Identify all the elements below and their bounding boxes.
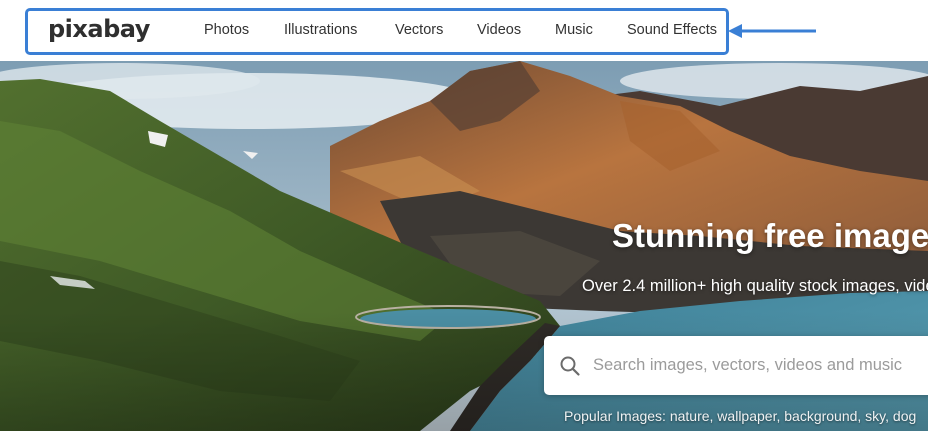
- popular-images-links[interactable]: Popular Images: nature, wallpaper, backg…: [564, 407, 916, 425]
- search-bar[interactable]: [544, 336, 928, 395]
- page: pixabay Photos Illustrations Vectors Vid…: [0, 0, 928, 431]
- search-icon[interactable]: [558, 354, 582, 378]
- search-input[interactable]: [593, 336, 928, 395]
- top-bar: pixabay Photos Illustrations Vectors Vid…: [0, 0, 928, 62]
- hero-headline: Stunning free images: [612, 217, 928, 254]
- left-arrow-icon: [728, 24, 816, 38]
- nav-highlight-box: [25, 8, 729, 55]
- hero-subline: Over 2.4 million+ high quality stock ima…: [582, 277, 928, 295]
- hero-section: Stunning free images Over 2.4 million+ h…: [0, 61, 928, 431]
